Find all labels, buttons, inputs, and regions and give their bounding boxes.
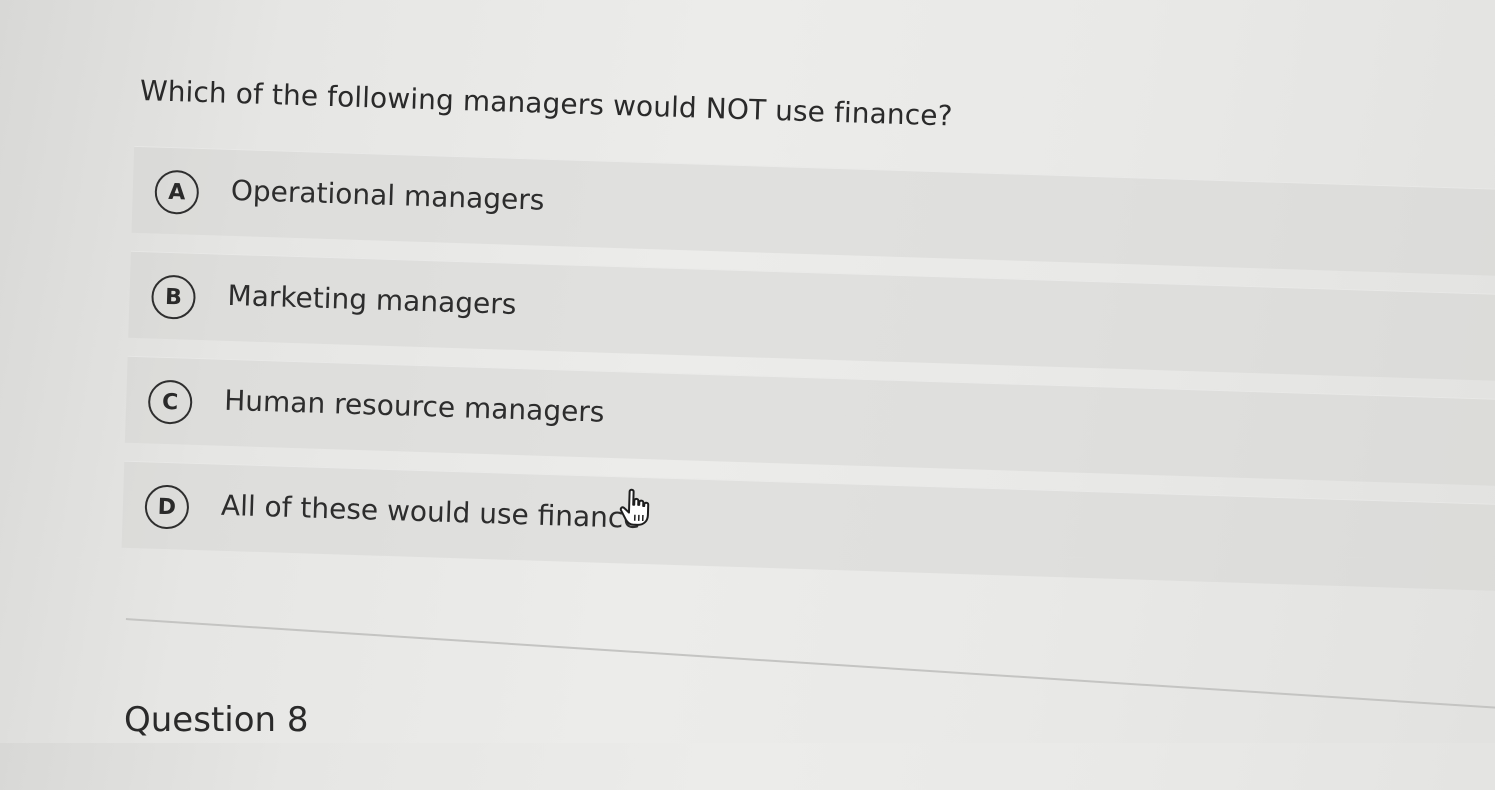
question-text: Which of the following managers would NO… [139, 74, 953, 133]
option-c-badge[interactable]: C [148, 379, 193, 424]
quiz-screen: Which of the following managers would NO… [0, 0, 1495, 743]
hand-pointer-icon [619, 487, 652, 528]
option-d-label: All of these would use finance [220, 489, 641, 535]
quiz-content: Which of the following managers would NO… [0, 0, 1495, 785]
answer-option-d[interactable]: D All of these would use finance [122, 461, 1495, 595]
option-c-label: Human resource managers [224, 384, 605, 429]
option-b-label: Marketing managers [227, 279, 517, 321]
answer-list: A Operational managers B Marketing manag… [121, 146, 1495, 613]
option-b-badge[interactable]: B [151, 274, 196, 319]
option-a-badge[interactable]: A [154, 170, 199, 215]
next-question-heading: Question 8 [124, 700, 309, 740]
option-a-label: Operational managers [230, 174, 545, 217]
option-d-badge[interactable]: D [144, 484, 189, 529]
